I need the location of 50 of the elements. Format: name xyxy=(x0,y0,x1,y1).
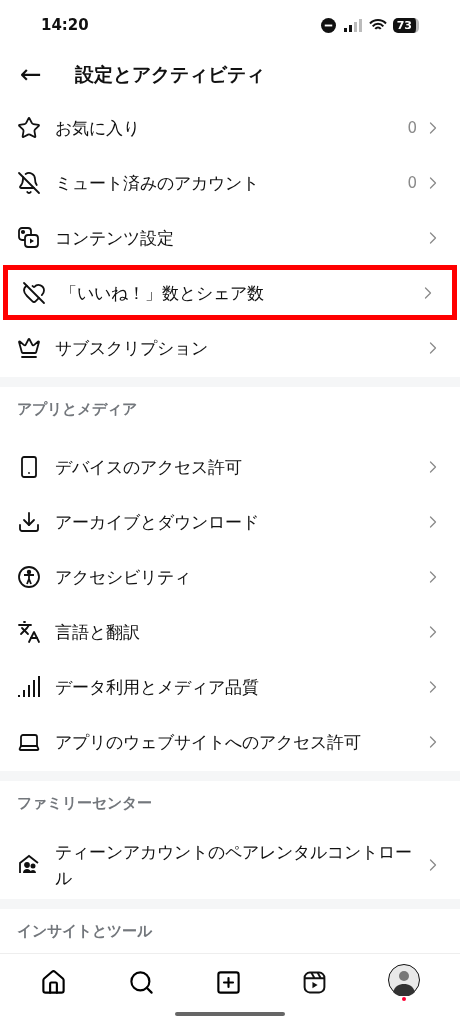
create-icon[interactable] xyxy=(214,968,242,996)
item-label: 言語と翻訳 xyxy=(55,620,141,644)
section-header: インサイトとツール xyxy=(17,921,152,943)
item-label: アプリのウェブサイトへのアクセス許可 xyxy=(55,730,362,754)
heart-off-icon xyxy=(22,280,46,305)
section-header: アプリとメディア xyxy=(17,399,137,421)
status-time: 14:20 xyxy=(41,14,89,36)
settings-item[interactable]: 「いいね！」数とシェア数 xyxy=(3,265,457,321)
crown-icon xyxy=(17,335,41,360)
settings-item[interactable]: 言語と翻訳 xyxy=(0,604,460,660)
page-title: 設定とアクティビティ xyxy=(75,62,265,88)
download-icon xyxy=(17,509,41,534)
accessibility-icon xyxy=(17,564,41,589)
settings-item[interactable]: デバイスのアクセス許可 xyxy=(0,439,460,495)
settings-item[interactable]: アクセシビリティ xyxy=(0,549,460,605)
signal-icon xyxy=(343,18,363,32)
bell-off-icon xyxy=(17,170,41,195)
search-icon[interactable] xyxy=(127,968,155,996)
settings-item[interactable]: データ利用とメディア品質 xyxy=(0,659,460,715)
item-label: アーカイブとダウンロード xyxy=(55,510,260,534)
item-label: 「いいね！」数とシェア数 xyxy=(60,281,265,305)
settings-item[interactable]: コンテンツ設定 xyxy=(0,210,460,266)
item-label: お気に入り xyxy=(55,116,141,140)
settings-item[interactable]: サブスクリプション xyxy=(0,320,460,376)
item-count: 0 xyxy=(407,172,417,194)
media-icon xyxy=(17,225,41,250)
settings-item[interactable]: ミュート済みのアカウント 0 xyxy=(0,155,460,211)
settings-item[interactable]: ティーンアカウントのペアレンタルコントロール xyxy=(0,833,460,898)
settings-item[interactable]: アプリのウェブサイトへのアクセス許可 xyxy=(0,714,460,770)
star-icon xyxy=(17,115,41,140)
item-label: ミュート済みのアカウント xyxy=(55,171,260,195)
signal-bars-icon xyxy=(17,674,41,699)
do-not-disturb-icon xyxy=(320,17,336,33)
settings-item[interactable]: アーカイブとダウンロード xyxy=(0,494,460,550)
item-label: デバイスのアクセス許可 xyxy=(55,455,243,479)
item-label: データ利用とメディア品質 xyxy=(55,675,260,699)
item-label: サブスクリプション xyxy=(55,336,209,360)
home-icon[interactable] xyxy=(40,968,68,996)
section-header: ファミリーセンター xyxy=(17,793,152,815)
reels-icon[interactable] xyxy=(302,969,328,995)
item-label: アクセシビリティ xyxy=(55,565,192,589)
battery-indicator: 73 xyxy=(392,17,419,33)
item-label: コンテンツ設定 xyxy=(55,226,175,250)
translate-icon xyxy=(17,619,41,644)
item-count: 0 xyxy=(407,117,417,139)
settings-item[interactable]: お気に入り 0 xyxy=(0,100,460,156)
wifi-icon xyxy=(368,18,387,32)
profile-avatar[interactable] xyxy=(387,964,420,997)
back-button[interactable]: ← xyxy=(17,61,45,88)
item-label: ティーンアカウントのペアレンタルコントロール xyxy=(55,841,413,891)
